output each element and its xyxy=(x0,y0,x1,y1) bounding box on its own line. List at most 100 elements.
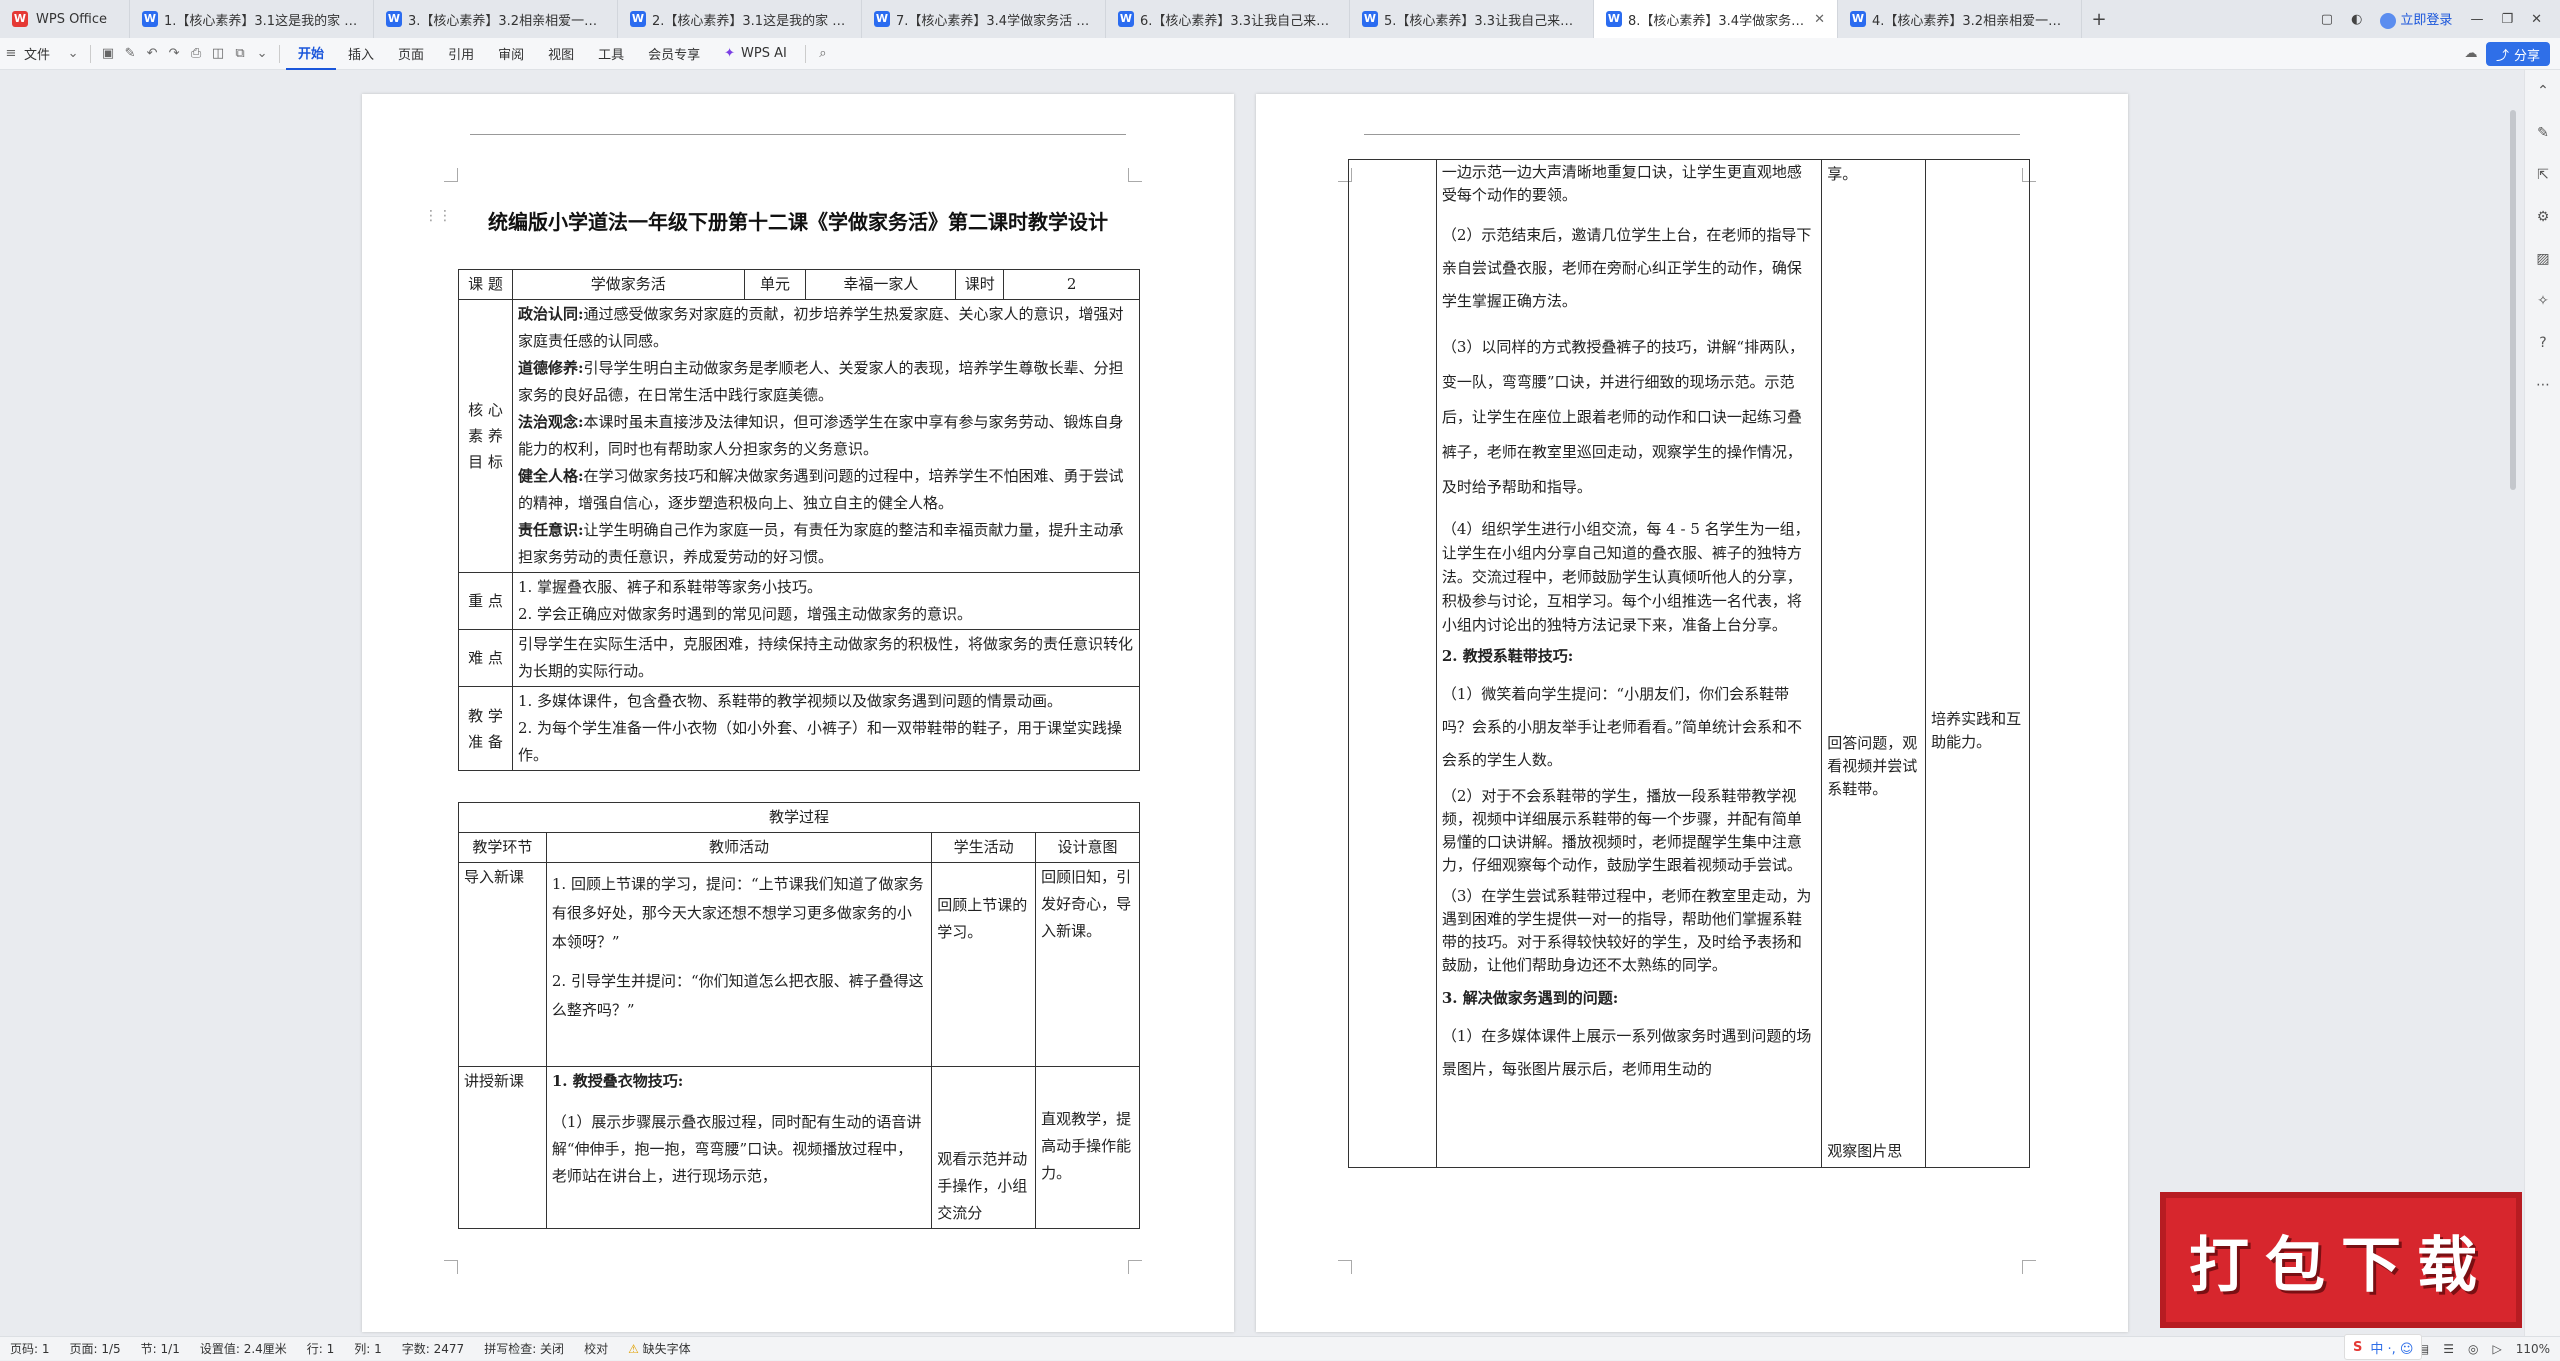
preparation-content: 1. 多媒体课件，包含叠衣物、系鞋带的教学视频以及做家务遇到问题的情景动画。 2.… xyxy=(511,686,1141,771)
tab-document[interactable]: W7.【核心素养】3.4学做家务活 第1课时 xyxy=(862,0,1106,38)
column-header: 教师活动 xyxy=(545,832,933,863)
student-activity-cell: 回顾上节课的学习。 xyxy=(931,862,1037,1067)
select-icon[interactable]: ⇱ xyxy=(2525,154,2560,196)
tab-tools[interactable]: 工具 xyxy=(586,38,636,70)
search-icon[interactable]: ⌕ xyxy=(812,38,834,70)
pen-icon[interactable]: ✎ xyxy=(2525,112,2560,154)
download-banner[interactable]: 打包下载 xyxy=(2160,1192,2522,1328)
zoom-value[interactable]: 110% xyxy=(2516,1342,2550,1356)
status-word-count[interactable]: 字数: 2477 xyxy=(392,1340,474,1357)
process-table: 教学过程 教学环节 教师活动 学生活动 设计意图 导入新课 1. 回顾上节课的学… xyxy=(458,802,1140,1229)
teacher-activity-cell: 一边示范一边大声清晰地重复口诀，让学生更直观地感受每个动作的要领。 （2）示范结… xyxy=(1435,159,1823,1168)
input-method-bar[interactable]: S中 ·, ☺ xyxy=(2344,1334,2423,1360)
design-intent-cell: 回顾旧知，引发好奇心，导入新课。 xyxy=(1035,862,1140,1067)
status-column: 列: 1 xyxy=(354,1342,382,1356)
tab-document[interactable]: W1.【核心素养】3.1这是我的家 第1课时 xyxy=(130,0,374,38)
core-goal-item: 健全人格:在学习做家务技巧和解决做家务遇到问题的过程中，培养学生不怕困难、勇于尝… xyxy=(517,467,1124,512)
student-activity-cell: 观看示范并动手操作，小组交流分 xyxy=(931,1066,1037,1229)
hours-header: 课时 xyxy=(955,269,1005,300)
stage-cell: 讲授新课 xyxy=(458,1066,547,1229)
column-header: 设计意图 xyxy=(1035,832,1140,863)
restore-icon[interactable]: ❐ xyxy=(2501,12,2513,27)
redo-icon[interactable]: ↷ xyxy=(163,38,185,70)
print-preview-icon[interactable]: ◫ xyxy=(207,38,229,70)
core-goal-item: 道德修养:引导学生明白主动做家务是孝顺老人、关爱家人的表现，培养学生尊敬长辈、分… xyxy=(517,359,1124,404)
tab-references[interactable]: 引用 xyxy=(436,38,486,70)
tab-view[interactable]: 视图 xyxy=(536,38,586,70)
status-spell-check[interactable]: 拼写检查: 关闭 xyxy=(474,1340,574,1357)
document-workspace[interactable]: ⋮⋮ 统编版小学道法一年级下册第十二课《学做家务活》第二课时教学设计 课 题 学… xyxy=(0,70,2560,1336)
close-window-icon[interactable]: ✕ xyxy=(2531,12,2542,27)
process-header: 教学过程 xyxy=(458,802,1140,833)
tab-document[interactable]: W6.【核心素养】3.3让我自己来整理 第 xyxy=(1106,0,1350,38)
design-intent-cell: 培养实践和互助能力。 xyxy=(1925,159,2030,1168)
cloud-sync-icon[interactable]: ☁ xyxy=(2460,38,2482,70)
tab-review[interactable]: 审阅 xyxy=(486,38,536,70)
minimize-icon[interactable]: — xyxy=(2470,12,2483,27)
student-activity-cell: 享。 回答问题，观看视频并尝试系鞋带。 观察图片思 xyxy=(1821,159,1927,1168)
status-page-number[interactable]: 页码: 1 xyxy=(0,1340,60,1357)
login-button[interactable]: 立即登录 xyxy=(2380,9,2452,29)
tab-home[interactable]: 开始 xyxy=(286,38,337,70)
tab-document[interactable]: W2.【核心素养】3.1这是我的家 第2课时 xyxy=(618,0,862,38)
ai-icon: ✦ xyxy=(724,46,736,61)
print-icon[interactable]: ⎙ xyxy=(185,38,207,70)
tab-document[interactable]: W4.【核心素养】3.2相亲相爱一家人 第 xyxy=(1838,0,2082,38)
settings-icon[interactable]: ⚙ xyxy=(2525,196,2560,238)
tab-wps-home[interactable]: W WPS Office xyxy=(0,0,130,38)
tab-insert[interactable]: 插入 xyxy=(336,38,386,70)
status-proofread[interactable]: 校对 xyxy=(574,1340,618,1357)
magic-icon[interactable]: ✧ xyxy=(2525,280,2560,322)
export-icon[interactable]: ⧉ xyxy=(229,38,251,70)
window-list-icon[interactable]: ▢ xyxy=(2321,12,2333,27)
wps-ai-button[interactable]: ✦ WPS AI xyxy=(712,38,799,70)
vertical-scrollbar[interactable] xyxy=(2510,110,2516,490)
tab-document[interactable]: W5.【核心素养】3.3让我自己来整理 第 xyxy=(1350,0,1594,38)
outline-icon[interactable]: ☰ xyxy=(2443,1342,2454,1356)
word-doc-icon: W xyxy=(1606,11,1622,27)
status-setting[interactable]: 设置值: 2.4厘米 xyxy=(190,1340,297,1357)
play-icon[interactable]: ▷ xyxy=(2492,1342,2501,1356)
process-table-continued: 一边示范一边大声清晰地重复口诀，让学生更直观地感受每个动作的要领。 （2）示范结… xyxy=(1348,159,2030,1168)
unit-value: 幸福一家人 xyxy=(805,269,957,300)
help-icon[interactable]: ? xyxy=(2525,322,2560,364)
share-button[interactable]: ⤴ 分享 xyxy=(2485,42,2550,66)
margin-corner xyxy=(2022,1260,2036,1274)
tab-document-active[interactable]: W 8.【核心素养】3.4学做家务活 第 ✕ xyxy=(1594,0,1838,38)
course-header: 课 题 xyxy=(458,269,513,300)
tab-document[interactable]: W3.【核心素养】3.2相亲相爱一家人 第 xyxy=(374,0,618,38)
more-icon[interactable]: ⋯ xyxy=(2525,364,2560,406)
word-doc-icon: W xyxy=(142,11,158,27)
chevron-down-icon[interactable]: ⌄ xyxy=(62,38,84,70)
hours-value: 2 xyxy=(1003,269,1140,300)
divider xyxy=(90,44,92,63)
right-sidebar: ⌃ ✎ ⇱ ⚙ ▨ ✧ ? ⋯ xyxy=(2524,70,2560,1336)
word-doc-icon: W xyxy=(874,11,890,27)
status-pages[interactable]: 页面: 1/5 xyxy=(60,1340,131,1357)
core-goals-header: 核 心 素 养 目 标 xyxy=(458,299,513,573)
status-section[interactable]: 节: 1/1 xyxy=(131,1340,190,1357)
course-value: 学做家务活 xyxy=(511,269,745,300)
collapse-icon[interactable]: ⌃ xyxy=(2525,70,2560,112)
image-icon[interactable]: ▨ xyxy=(2525,238,2560,280)
undo-icon[interactable]: ↶ xyxy=(141,38,163,70)
header-line xyxy=(470,134,1126,135)
save-icon[interactable]: ▣ xyxy=(97,38,119,70)
format-brush-icon[interactable]: ✎ xyxy=(119,38,141,70)
file-menu[interactable]: 文件 xyxy=(22,38,62,70)
header-line xyxy=(1364,134,2020,135)
document-page[interactable]: ⋮⋮ 统编版小学道法一年级下册第十二课《学做家务活》第二课时教学设计 课 题 学… xyxy=(362,94,1234,1332)
menu-icon[interactable]: ≡ xyxy=(0,38,22,70)
missing-font-button[interactable]: ⚠ 缺失字体 xyxy=(618,1340,701,1357)
new-tab-icon[interactable]: + xyxy=(2082,0,2116,38)
margin-corner xyxy=(1128,168,1142,182)
divider xyxy=(804,44,806,63)
chevron-down-icon[interactable]: ⌄ xyxy=(251,38,273,70)
close-icon[interactable]: ✕ xyxy=(1814,12,1825,27)
document-page[interactable]: 一边示范一边大声清晰地重复口诀，让学生更直观地感受每个动作的要领。 （2）示范结… xyxy=(1256,94,2128,1332)
tab-page[interactable]: 页面 xyxy=(386,38,436,70)
web-view-icon[interactable]: ◎ xyxy=(2468,1342,2478,1356)
tab-member[interactable]: 会员专享 xyxy=(636,38,712,70)
skin-icon[interactable]: ◐ xyxy=(2351,12,2362,27)
margin-corner xyxy=(1338,1260,1352,1274)
